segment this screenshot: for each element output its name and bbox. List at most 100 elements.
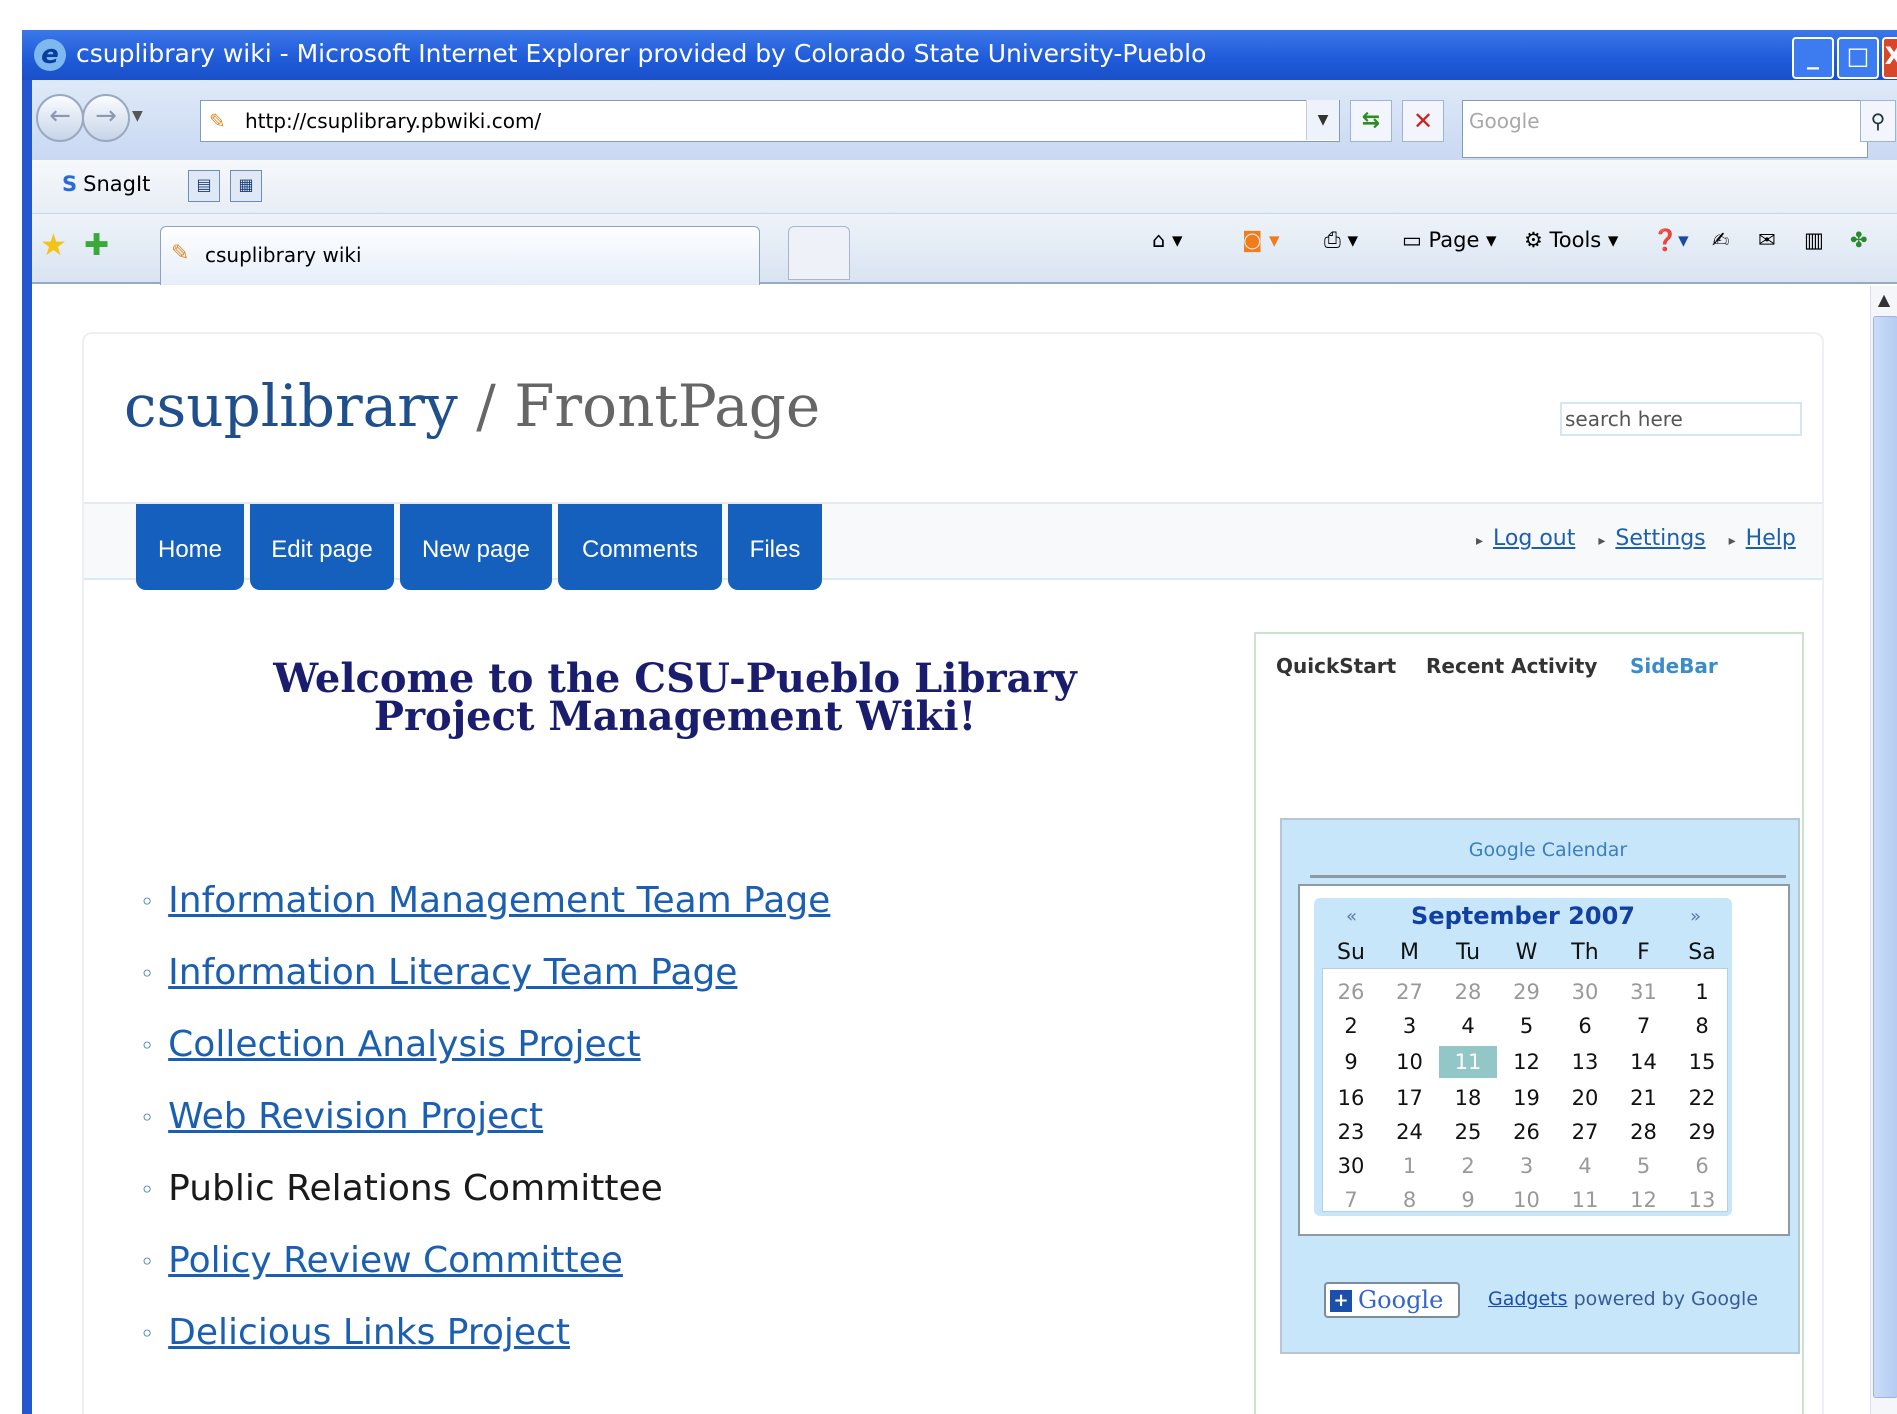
nav-edit-page-tab[interactable]: Edit page bbox=[250, 504, 394, 590]
tab-recent-activity[interactable]: Recent Activity bbox=[1426, 654, 1597, 678]
page-menu[interactable]: ▭ Page ▾ bbox=[1402, 228, 1497, 252]
maximize-button[interactable]: □ bbox=[1837, 37, 1879, 79]
calendar-day[interactable]: 10 bbox=[1381, 1046, 1439, 1078]
calendar-day[interactable]: 3 bbox=[1498, 1150, 1556, 1182]
nav-files-tab[interactable]: Files bbox=[728, 504, 822, 590]
calendar-day[interactable]: 24 bbox=[1381, 1116, 1439, 1148]
calendar-day[interactable]: 6 bbox=[1673, 1150, 1731, 1182]
snagit-button[interactable]: S SnagIt bbox=[62, 172, 150, 196]
tools-menu[interactable]: ⚙ Tools ▾ bbox=[1524, 228, 1618, 252]
research-icon[interactable]: ✍ bbox=[1712, 228, 1730, 252]
calendar-day[interactable]: 7 bbox=[1322, 1184, 1380, 1216]
calendar-day[interactable]: 1 bbox=[1381, 1150, 1439, 1182]
info-management-link[interactable]: Information Management Team Page bbox=[168, 880, 830, 921]
stop-button[interactable]: ✕ bbox=[1402, 100, 1444, 142]
calendar-day[interactable]: 30 bbox=[1322, 1150, 1380, 1182]
calendar-day[interactable]: 9 bbox=[1439, 1184, 1497, 1216]
calendar-day[interactable]: 12 bbox=[1498, 1046, 1556, 1078]
calendar-day[interactable]: 28 bbox=[1615, 1116, 1673, 1148]
calendar-day[interactable]: 1 bbox=[1673, 976, 1731, 1008]
history-dropdown-icon[interactable]: ▼ bbox=[132, 108, 143, 124]
calendar-day[interactable]: 30 bbox=[1556, 976, 1614, 1008]
calendar-day[interactable]: 7 bbox=[1615, 1010, 1673, 1042]
snagit-window-icon[interactable]: ▤ bbox=[188, 170, 220, 202]
help-icon[interactable]: ❓▾ bbox=[1652, 228, 1689, 253]
calendar-day[interactable]: 29 bbox=[1673, 1116, 1731, 1148]
print-icon[interactable]: ⎙ ▾ bbox=[1324, 228, 1358, 253]
calendar-day[interactable]: 31 bbox=[1615, 976, 1673, 1008]
calendar-day[interactable]: 8 bbox=[1673, 1010, 1731, 1042]
web-revision-link[interactable]: Web Revision Project bbox=[168, 1096, 543, 1137]
addon-icon[interactable]: ✤ bbox=[1850, 228, 1868, 252]
address-field[interactable]: ✎ http://csuplibrary.pbwiki.com/ bbox=[200, 100, 1340, 142]
calendar-day[interactable]: 21 bbox=[1615, 1082, 1673, 1114]
calendar-day[interactable]: 4 bbox=[1556, 1150, 1614, 1182]
nav-home-tab[interactable]: Home bbox=[136, 504, 244, 590]
calendar-day[interactable]: 26 bbox=[1322, 976, 1380, 1008]
logout-link[interactable]: Log out bbox=[1493, 526, 1575, 551]
calendar-day[interactable]: 25 bbox=[1439, 1116, 1497, 1148]
calendar-day[interactable]: 13 bbox=[1673, 1184, 1731, 1216]
feeds-icon[interactable]: ◙ ▾ bbox=[1242, 228, 1280, 252]
calendar-day[interactable]: 19 bbox=[1498, 1082, 1556, 1114]
add-favorites-icon[interactable]: ✚ bbox=[84, 228, 109, 263]
browser-tab-active[interactable]: ✎ csuplibrary wiki bbox=[160, 226, 760, 285]
favorites-star-icon[interactable]: ★ bbox=[40, 228, 67, 263]
calendar-day[interactable]: 16 bbox=[1322, 1082, 1380, 1114]
calendar-day[interactable]: 12 bbox=[1615, 1184, 1673, 1216]
calendar-day[interactable]: 2 bbox=[1439, 1150, 1497, 1182]
wiki-search-input[interactable]: search here bbox=[1560, 402, 1802, 436]
tab-sidebar[interactable]: SideBar bbox=[1630, 654, 1718, 678]
calendar-day[interactable]: 2 bbox=[1322, 1010, 1380, 1042]
calendar-day[interactable]: 14 bbox=[1615, 1046, 1673, 1078]
minimize-button[interactable]: _ bbox=[1792, 37, 1834, 79]
search-icon[interactable]: ⚲ bbox=[1860, 100, 1896, 142]
calendar-day[interactable]: 6 bbox=[1556, 1010, 1614, 1042]
calendar-day[interactable]: 26 bbox=[1498, 1116, 1556, 1148]
calendar-day[interactable]: 20 bbox=[1556, 1082, 1614, 1114]
calendar-day[interactable]: 5 bbox=[1498, 1010, 1556, 1042]
calendar-day[interactable]: 23 bbox=[1322, 1116, 1380, 1148]
calendar-day[interactable]: 10 bbox=[1498, 1184, 1556, 1216]
calendar-day[interactable]: 28 bbox=[1439, 976, 1497, 1008]
help-link[interactable]: Help bbox=[1746, 526, 1796, 551]
messenger-icon[interactable]: ✉ bbox=[1758, 228, 1776, 252]
new-tab-button[interactable] bbox=[788, 226, 850, 280]
delicious-links-link[interactable]: Delicious Links Project bbox=[168, 1312, 570, 1353]
nav-new-page-tab[interactable]: New page bbox=[400, 504, 552, 590]
scroll-up-icon[interactable]: ▲ bbox=[1873, 290, 1895, 312]
add-to-google-button[interactable]: + Google bbox=[1324, 1282, 1460, 1318]
back-button[interactable]: ← bbox=[36, 94, 84, 142]
address-dropdown-button[interactable]: ▼ bbox=[1306, 100, 1339, 140]
gadgets-link[interactable]: Gadgets bbox=[1488, 1288, 1568, 1310]
calendar-day[interactable]: 18 bbox=[1439, 1082, 1497, 1114]
next-month-button[interactable]: » bbox=[1690, 906, 1701, 927]
close-button[interactable]: X bbox=[1882, 37, 1897, 79]
calendar-day[interactable]: 27 bbox=[1381, 976, 1439, 1008]
info-literacy-link[interactable]: Information Literacy Team Page bbox=[168, 952, 737, 993]
calendar-day[interactable]: 17 bbox=[1381, 1082, 1439, 1114]
web-search-input[interactable]: Google bbox=[1462, 100, 1868, 158]
calendar-day[interactable]: 4 bbox=[1439, 1010, 1497, 1042]
settings-link[interactable]: Settings bbox=[1615, 526, 1705, 551]
calendar-day[interactable]: 22 bbox=[1673, 1082, 1731, 1114]
vertical-scrollbar[interactable]: ▲ bbox=[1870, 286, 1897, 1414]
snagit-capture-icon[interactable]: ▦ bbox=[230, 170, 262, 202]
calendar-day[interactable]: 15 bbox=[1673, 1046, 1731, 1078]
bookmark-icon[interactable]: ▥ bbox=[1804, 228, 1824, 252]
scroll-thumb[interactable] bbox=[1873, 316, 1897, 1398]
nav-comments-tab[interactable]: Comments bbox=[558, 504, 722, 590]
calendar-day[interactable]: 5 bbox=[1615, 1150, 1673, 1182]
calendar-day[interactable]: 13 bbox=[1556, 1046, 1614, 1078]
refresh-button[interactable]: ⇆ bbox=[1350, 100, 1392, 142]
calendar-day[interactable]: 27 bbox=[1556, 1116, 1614, 1148]
calendar-day[interactable]: 3 bbox=[1381, 1010, 1439, 1042]
policy-review-link[interactable]: Policy Review Committee bbox=[168, 1240, 623, 1281]
tab-quickstart[interactable]: QuickStart bbox=[1276, 654, 1396, 678]
calendar-day-today[interactable]: 11 bbox=[1439, 1046, 1497, 1078]
calendar-day[interactable]: 11 bbox=[1556, 1184, 1614, 1216]
calendar-day[interactable]: 8 bbox=[1381, 1184, 1439, 1216]
home-icon[interactable]: ⌂ ▾ bbox=[1152, 228, 1183, 252]
forward-button[interactable]: → bbox=[82, 94, 130, 142]
site-name[interactable]: csuplibrary bbox=[124, 372, 458, 440]
